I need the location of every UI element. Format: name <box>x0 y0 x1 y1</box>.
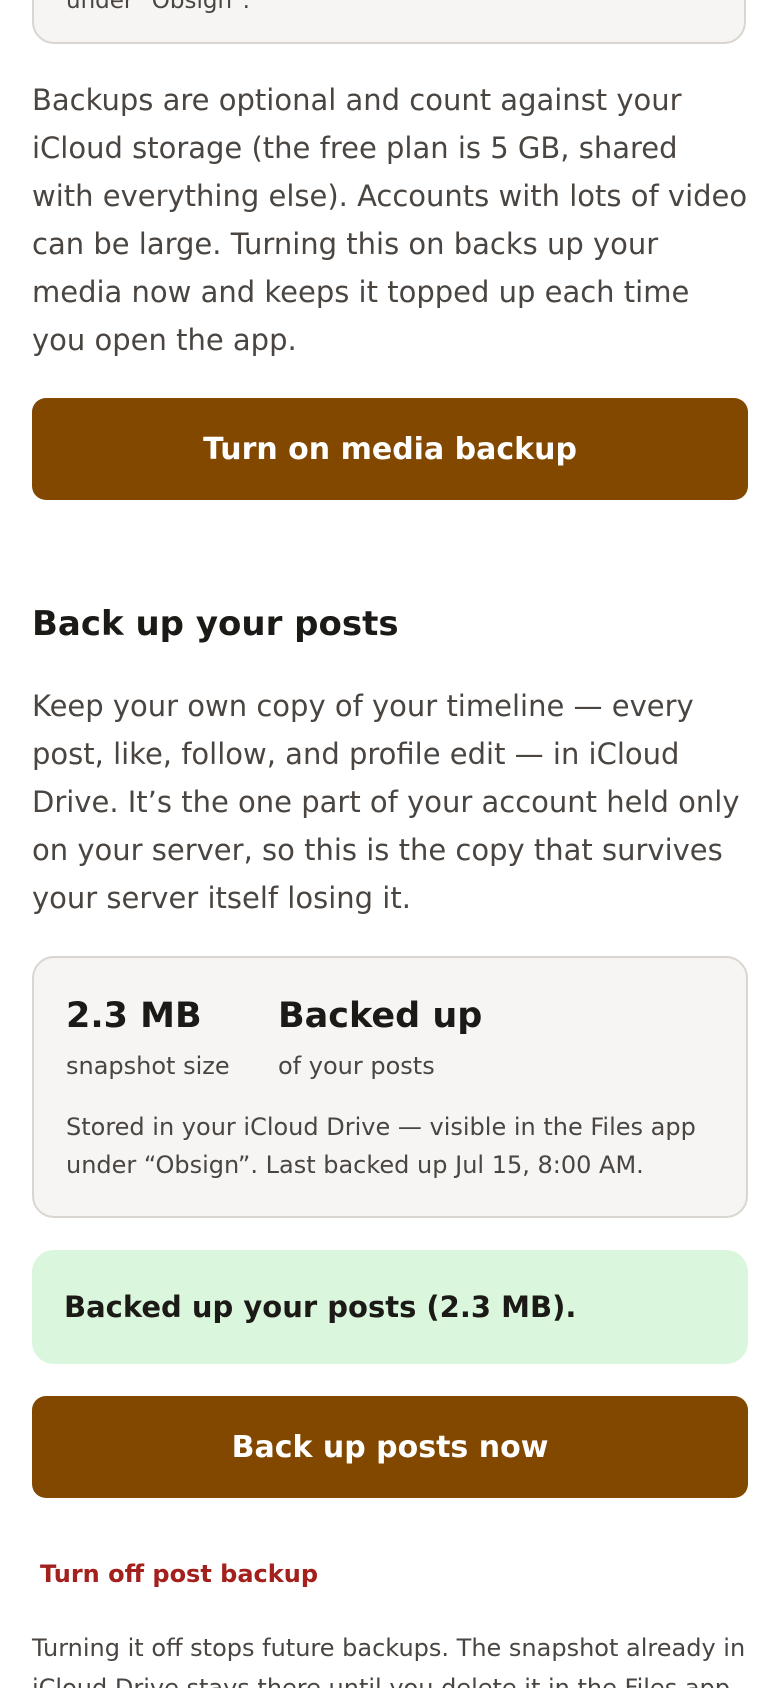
turn-off-explanation: Turning it off stops future backups. The… <box>32 1634 746 1688</box>
backup-status-label: of your posts <box>278 1052 435 1080</box>
post-backup-stats-card: 2.3 MB snapshot size Backed up of your p… <box>32 956 748 1218</box>
back-up-posts-now-button[interactable]: Back up posts now <box>32 1396 748 1498</box>
backup-location-note: Stored in your iCloud Drive — visible in… <box>66 1113 696 1179</box>
post-backup-heading: Back up your posts <box>32 604 399 644</box>
turn-on-media-backup-button[interactable]: Turn on media backup <box>32 398 748 500</box>
post-backup-description: Keep your own copy of your timeline — ev… <box>32 689 740 915</box>
snapshot-size-value: 2.3 MB <box>66 996 202 1036</box>
backup-status-value: Backed up <box>278 996 483 1036</box>
turn-off-post-backup-link[interactable]: Turn off post backup <box>40 1556 318 1592</box>
backup-success-banner: Backed up your posts (2.3 MB). <box>32 1250 748 1364</box>
snapshot-size-stat: 2.3 MB snapshot size <box>66 994 230 1082</box>
backup-settings-page: under “Obsign”. Backups are optional and… <box>0 0 780 1688</box>
media-backup-info-card: under “Obsign”. <box>32 0 746 44</box>
media-backup-description: Backups are optional and count against y… <box>32 83 748 357</box>
media-backup-info-text: under “Obsign”. <box>66 0 250 14</box>
snapshot-size-label: snapshot size <box>66 1052 230 1080</box>
backup-status-stat: Backed up of your posts <box>278 994 482 1082</box>
backup-success-message: Backed up your posts (2.3 MB). <box>64 1290 577 1324</box>
